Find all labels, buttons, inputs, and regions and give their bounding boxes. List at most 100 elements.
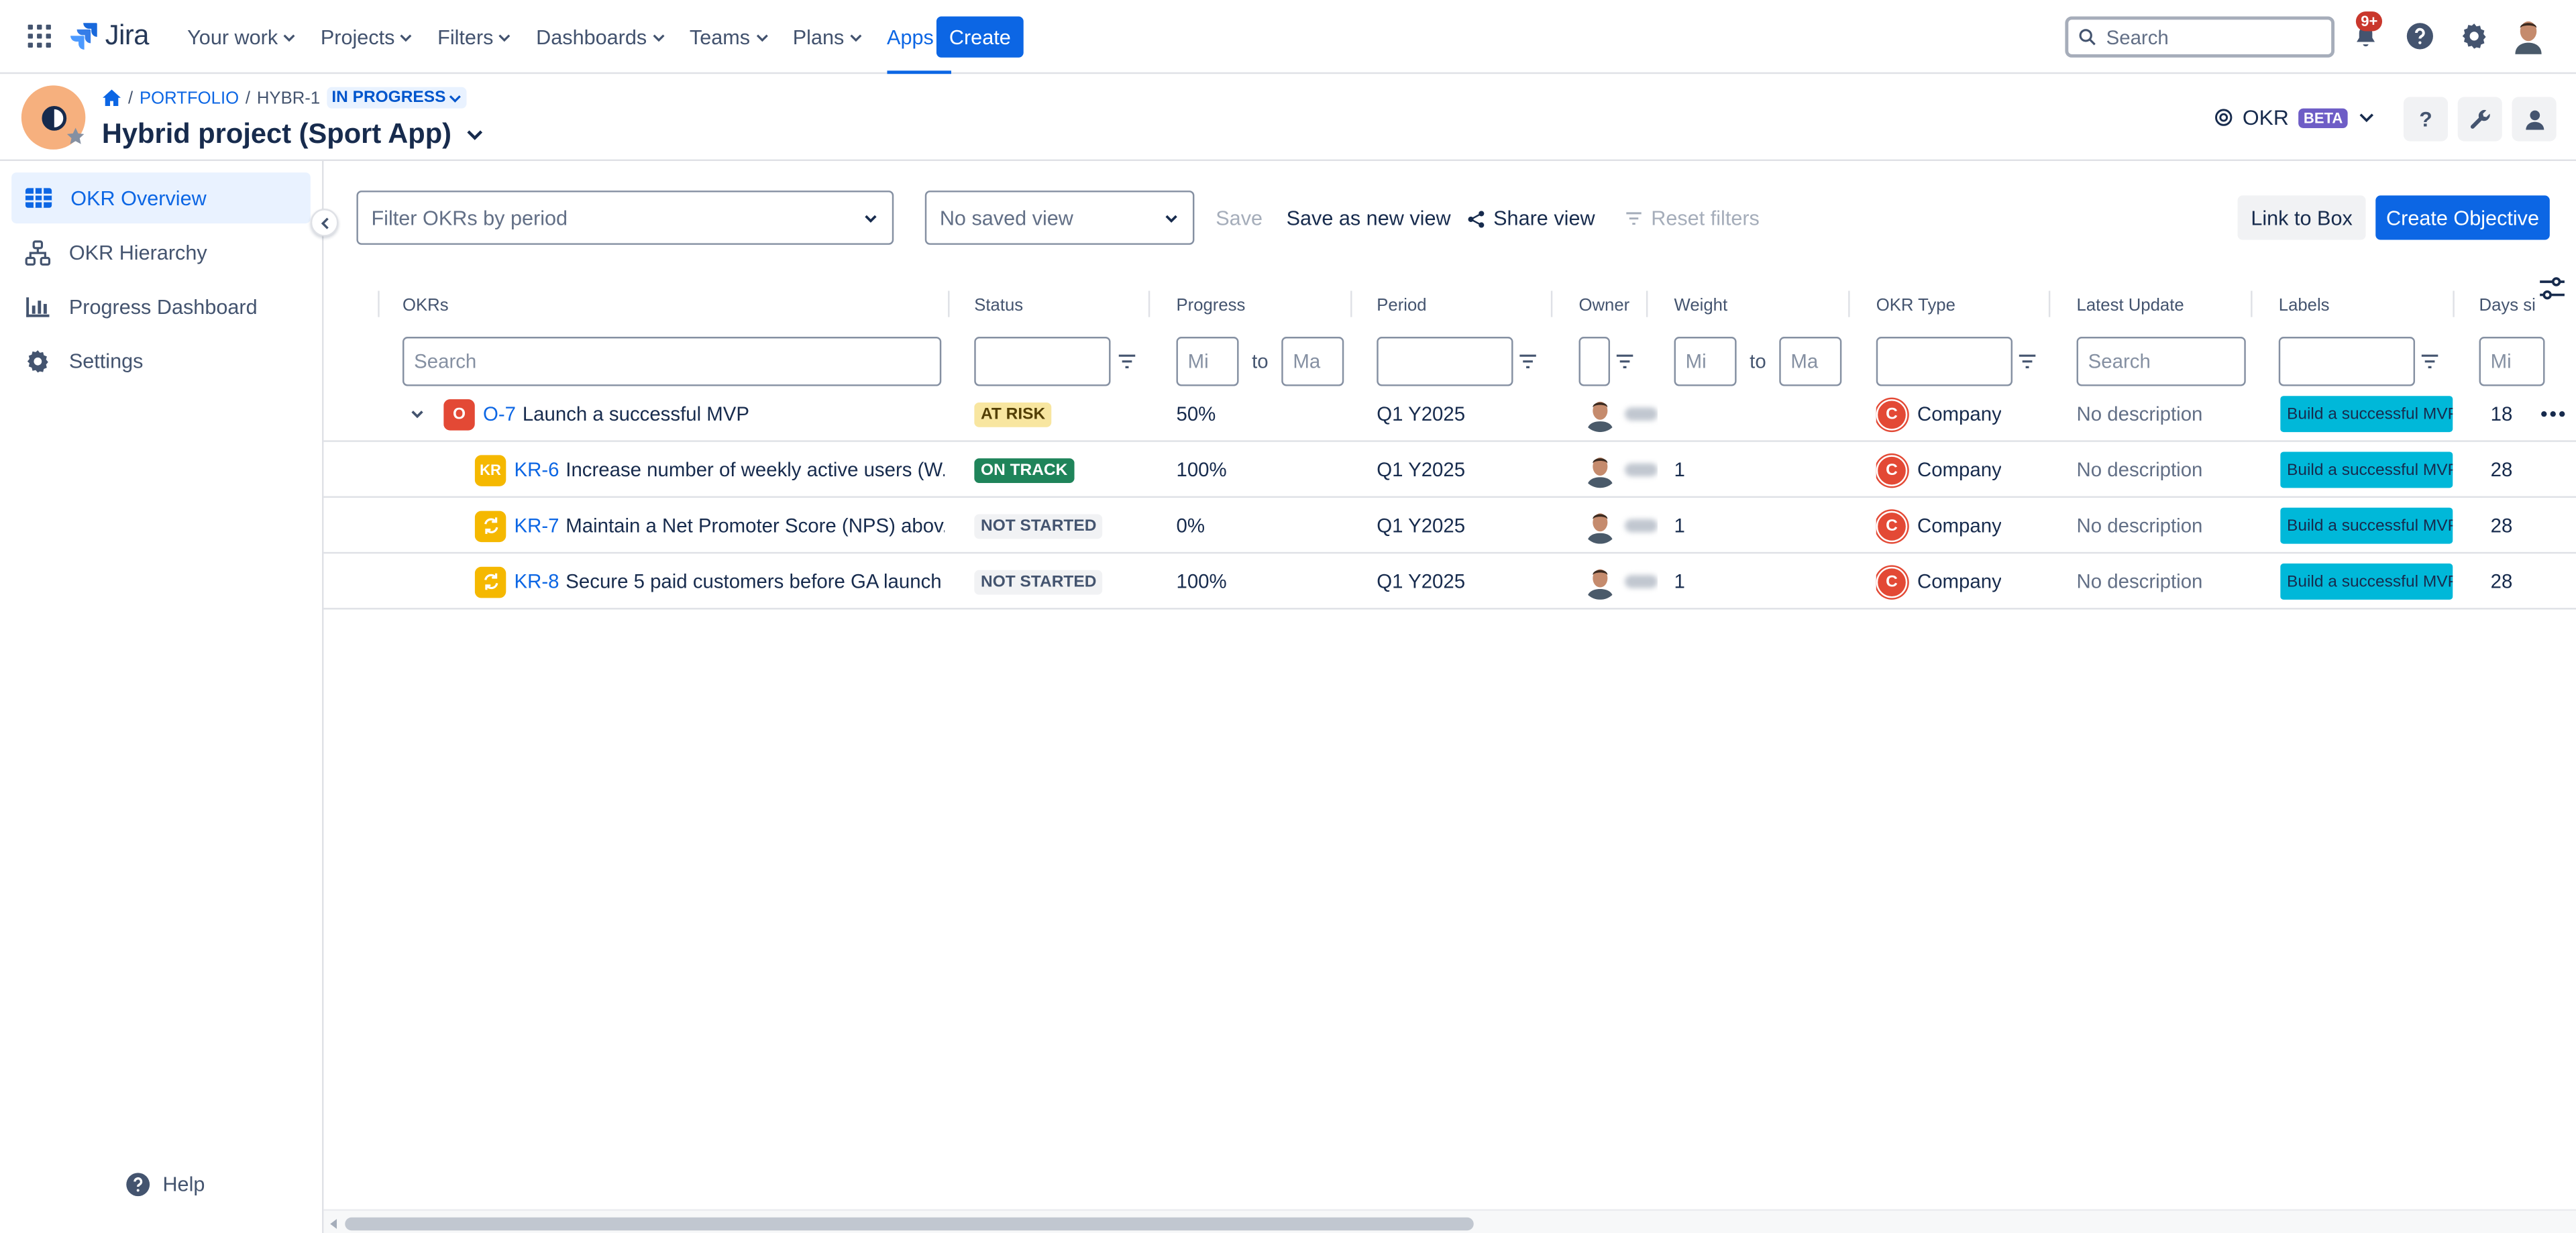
column-separator[interactable] — [1350, 290, 1352, 317]
table-row-key-result[interactable]: KR-8 Secure 5 paid customers before GA l… — [323, 553, 2576, 610]
filter-icon[interactable] — [1518, 352, 1538, 371]
owner-cell[interactable] — [1582, 442, 1658, 498]
labels-cell[interactable]: Build a successful MVP — [2280, 498, 2453, 553]
column-separator[interactable] — [1848, 290, 1850, 317]
nav-teams[interactable]: Teams — [690, 0, 768, 74]
sidebar-item-progress-dashboard[interactable]: Progress Dashboard — [11, 281, 311, 332]
column-header-okrs[interactable]: OKRs — [402, 296, 449, 315]
okr-title[interactable]: Secure 5 paid customers before GA launch — [566, 570, 941, 593]
link-to-box-button[interactable]: Link to Box — [2237, 195, 2366, 240]
column-separator[interactable] — [2453, 290, 2455, 317]
okr-key-link[interactable]: KR-7 — [515, 515, 559, 537]
collapse-sidebar-button[interactable] — [310, 209, 339, 237]
help-button[interactable] — [2404, 18, 2436, 54]
column-separator[interactable] — [1646, 290, 1648, 317]
nav-your-work[interactable]: Your work — [187, 0, 296, 74]
owner-filter-input[interactable] — [1578, 337, 1611, 386]
breadcrumb-portfolio[interactable]: PORTFOLIO — [140, 88, 239, 107]
okr-key-link[interactable]: KR-6 — [515, 458, 559, 481]
column-separator[interactable] — [1148, 290, 1150, 317]
home-icon[interactable] — [102, 89, 121, 107]
okr-title[interactable]: Increase number of weekly active users (… — [566, 458, 945, 481]
weight-min-input[interactable]: Mi — [1674, 337, 1737, 386]
save-button[interactable]: Save — [1216, 207, 1263, 230]
nav-projects[interactable]: Projects — [321, 0, 413, 74]
user-avatar[interactable] — [2512, 18, 2545, 54]
labels-filter-select[interactable] — [2278, 337, 2416, 386]
status-cell[interactable]: NOT STARTED — [974, 553, 1104, 609]
period-filter-input[interactable] — [1377, 337, 1513, 386]
progress-min-input[interactable]: Mi — [1176, 337, 1239, 386]
expand-toggle[interactable] — [409, 386, 425, 442]
labels-cell[interactable]: Build a successful MVP — [2280, 442, 2453, 498]
okr-key-link[interactable]: KR-8 — [515, 570, 559, 593]
create-button[interactable]: Create — [936, 16, 1024, 58]
column-separator[interactable] — [1550, 290, 1553, 317]
column-separator[interactable] — [948, 290, 950, 317]
okr-tools-button[interactable] — [2457, 97, 2502, 142]
breadcrumb-issue-key[interactable]: HYBR-1 — [257, 88, 320, 107]
weight-max-input[interactable]: Ma — [1779, 337, 1842, 386]
reset-filters-button[interactable]: Reset filters — [1625, 207, 1760, 230]
table-row-objective[interactable]: O O-7 Launch a successful MVP AT RISK 50… — [323, 386, 2576, 442]
column-header-status[interactable]: Status — [974, 296, 1023, 315]
owner-cell[interactable] — [1582, 386, 1658, 442]
okr-type-filter-select[interactable] — [1876, 337, 2013, 386]
filter-icon[interactable] — [1117, 352, 1136, 371]
labels-cell[interactable]: Build a successful MVP — [2280, 553, 2453, 609]
help-link[interactable]: Help — [125, 1171, 205, 1197]
nav-dashboards[interactable]: Dashboards — [536, 0, 665, 74]
sidebar-item-settings[interactable]: Settings — [11, 335, 311, 386]
period-filter-select[interactable]: Filter OKRs by period — [356, 191, 894, 245]
more-actions-icon[interactable] — [2540, 401, 2566, 427]
okr-title[interactable]: Maintain a Net Promoter Score (NPS) abov… — [566, 515, 945, 537]
column-header-owner[interactable]: Owner — [1578, 296, 1629, 315]
filter-icon[interactable] — [1615, 352, 1634, 371]
column-header-latest-update[interactable]: Latest Update — [2077, 296, 2184, 315]
okr-profile-button[interactable] — [2512, 97, 2557, 142]
latest-update-cell[interactable]: No description — [2077, 498, 2203, 553]
saved-view-select[interactable]: No saved view — [924, 191, 1195, 245]
okr-search-input[interactable]: Search — [402, 337, 942, 386]
horizontal-scrollbar[interactable] — [323, 1209, 2576, 1233]
filter-icon[interactable] — [2017, 352, 2037, 371]
table-row-key-result[interactable]: KR-7 Maintain a Net Promoter Score (NPS)… — [323, 498, 2576, 554]
status-cell[interactable]: AT RISK — [974, 386, 1053, 442]
share-view-button[interactable]: Share view — [1467, 207, 1595, 230]
filter-icon[interactable] — [2420, 352, 2439, 371]
column-header-weight[interactable]: Weight — [1674, 296, 1728, 315]
days-min-input[interactable]: Mi — [2479, 337, 2545, 386]
column-header-progress[interactable]: Progress — [1176, 296, 1245, 315]
issue-status-dropdown[interactable]: IN PROGRESS — [326, 87, 468, 109]
settings-button[interactable] — [2458, 18, 2491, 54]
notifications-button[interactable]: 9+ — [2349, 11, 2383, 54]
jira-logo[interactable]: Jira — [69, 19, 149, 52]
nav-filters[interactable]: Filters — [437, 0, 511, 74]
progress-max-input[interactable]: Ma — [1281, 337, 1344, 386]
okr-app-switcher[interactable]: OKR BETA — [2214, 105, 2375, 129]
owner-cell[interactable] — [1582, 498, 1658, 553]
sidebar-item-okr-overview[interactable]: OKR Overview — [11, 172, 311, 224]
owner-cell[interactable] — [1582, 553, 1658, 609]
latest-update-cell[interactable]: No description — [2077, 442, 2203, 498]
scrollbar-thumb[interactable] — [345, 1217, 1474, 1231]
status-cell[interactable]: NOT STARTED — [974, 498, 1104, 553]
column-separator[interactable] — [2048, 290, 2051, 317]
column-header-period[interactable]: Period — [1377, 296, 1426, 315]
latest-update-search-input[interactable]: Search — [2076, 337, 2246, 386]
okr-title[interactable]: Launch a successful MVP — [523, 403, 749, 425]
nav-plans[interactable]: Plans — [793, 0, 863, 74]
sidebar-item-okr-hierarchy[interactable]: OKR Hierarchy — [11, 227, 311, 278]
star-icon[interactable] — [66, 127, 85, 146]
okr-help-button[interactable]: ? — [2403, 97, 2449, 142]
column-header-okr-type[interactable]: OKR Type — [1876, 296, 1955, 315]
global-search-input[interactable]: Search — [2065, 16, 2335, 58]
column-header-labels[interactable]: Labels — [2279, 296, 2330, 315]
status-cell[interactable]: ON TRACK — [974, 442, 1075, 498]
scroll-left-arrow-icon[interactable] — [330, 1219, 337, 1229]
latest-update-cell[interactable]: No description — [2077, 553, 2203, 609]
latest-update-cell[interactable]: No description — [2077, 386, 2203, 442]
okr-key-link[interactable]: O-7 — [483, 403, 516, 425]
page-title[interactable]: Hybrid project (Sport App) — [102, 118, 484, 151]
table-row-key-result[interactable]: KR KR-6 Increase number of weekly active… — [323, 442, 2576, 498]
